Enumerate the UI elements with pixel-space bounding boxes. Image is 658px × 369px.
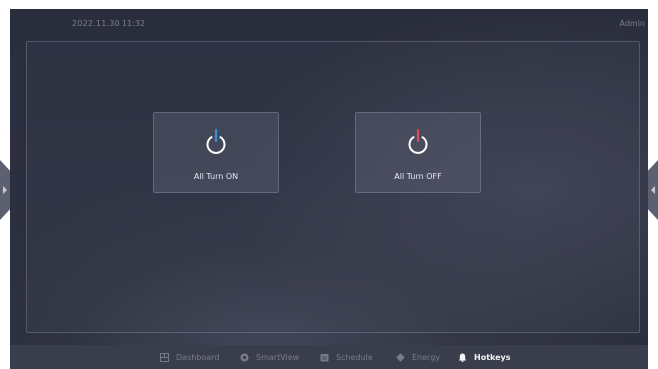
all-turn-off-button[interactable]: All Turn OFF bbox=[355, 112, 481, 193]
energy-icon bbox=[396, 352, 405, 362]
dashboard-icon bbox=[160, 352, 169, 362]
all-turn-off-label: All Turn OFF bbox=[394, 172, 442, 181]
nav-item-energy[interactable]: Energy bbox=[396, 345, 440, 369]
nav-item-smartview[interactable]: SmartView bbox=[240, 345, 299, 369]
user-account[interactable]: Admin bbox=[620, 19, 646, 28]
smartview-icon bbox=[240, 353, 249, 361]
nav-item-label: Hotkeys bbox=[474, 352, 511, 362]
nav-item-schedule[interactable]: Schedule bbox=[320, 345, 373, 369]
all-turn-on-button[interactable]: All Turn ON bbox=[153, 112, 279, 193]
hotkeys-icon bbox=[458, 353, 467, 362]
nav-item-label: Energy bbox=[412, 352, 441, 362]
right-panel-handle[interactable] bbox=[648, 160, 658, 220]
time-display: 11:32 bbox=[122, 19, 146, 28]
nav-item-label: Dashboard bbox=[176, 352, 220, 362]
nav-item-dashboard[interactable]: Dashboard bbox=[160, 345, 219, 369]
app-screen: 2022.11.30 11:32 Admin All Turn ON All T… bbox=[10, 9, 648, 369]
date-display: 2022.11.30 bbox=[72, 19, 120, 28]
nav-item-label: Schedule bbox=[336, 352, 373, 362]
top-status-bar: 2022.11.30 11:32 Admin bbox=[10, 9, 648, 39]
nav-item-label: SmartView bbox=[256, 352, 300, 362]
schedule-icon bbox=[320, 353, 329, 361]
hotkeys-panel bbox=[26, 41, 640, 333]
power-icon bbox=[206, 128, 226, 154]
nav-item-hotkeys[interactable]: Hotkeys bbox=[458, 345, 511, 369]
bottom-navigation-bar: Dashboard SmartView Schedule Energy Hotk… bbox=[10, 345, 648, 369]
left-panel-handle[interactable] bbox=[0, 160, 10, 220]
power-icon bbox=[408, 128, 428, 154]
arrow-right-icon bbox=[3, 186, 7, 194]
all-turn-on-label: All Turn ON bbox=[193, 172, 239, 181]
arrow-left-icon bbox=[651, 186, 655, 194]
